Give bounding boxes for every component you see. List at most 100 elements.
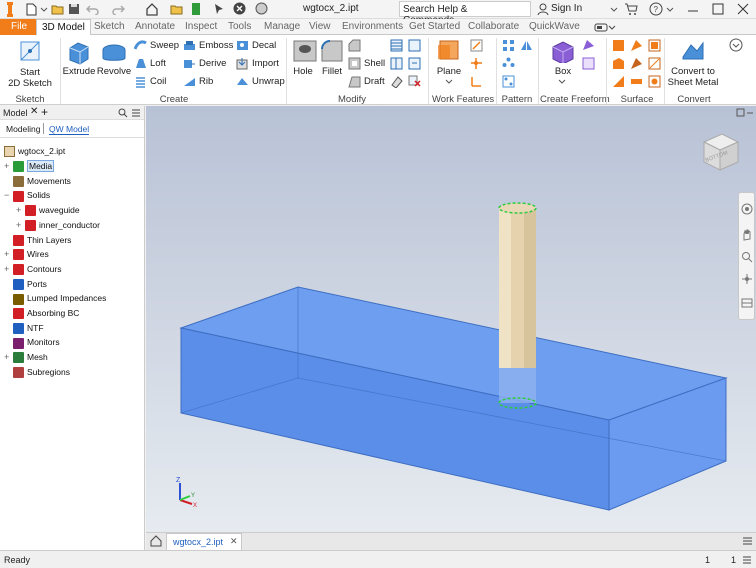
tree-item[interactable]: Absorbing BC (4, 306, 79, 320)
tree-item[interactable]: Monitors (4, 335, 60, 349)
start-2d-sketch-icon[interactable] (18, 39, 44, 63)
derive-button[interactable]: Derive (199, 58, 226, 69)
sketch-pattern-icon[interactable] (502, 75, 515, 88)
unwrap-icon[interactable] (236, 75, 249, 88)
redo-icon[interactable] (111, 3, 125, 15)
convert-sheet-metal-icon[interactable] (680, 39, 706, 63)
tree-item[interactable]: Subregions (4, 365, 70, 379)
hole-icon[interactable] (292, 39, 318, 63)
help-icon[interactable]: ? (649, 2, 663, 16)
close-browser-icon[interactable]: ✕ (30, 106, 38, 117)
tree-expand-toggle[interactable]: − (4, 188, 13, 202)
box-button[interactable]: Box (548, 66, 578, 77)
coil-icon[interactable] (134, 75, 147, 88)
model-canvas[interactable] (146, 106, 756, 532)
draft-icon[interactable] (348, 75, 361, 88)
freeform-face-icon[interactable] (582, 57, 595, 70)
revolve-icon[interactable] (100, 38, 128, 66)
home-icon[interactable] (145, 2, 159, 16)
ribbon-expand-icon[interactable] (726, 38, 746, 52)
sign-in-link[interactable]: Sign In (551, 3, 582, 14)
undo-icon[interactable] (86, 3, 100, 15)
tree-item[interactable]: + Contours (4, 262, 62, 276)
tree-item[interactable]: − Solids (4, 188, 50, 202)
emboss-icon[interactable] (183, 39, 196, 52)
new-dropdown-icon[interactable] (40, 4, 49, 14)
tab-sketch[interactable]: Sketch (89, 19, 130, 35)
decal-button[interactable]: Decal (252, 40, 276, 51)
fillet-button[interactable]: Fillet (318, 66, 346, 77)
orbit-icon[interactable] (741, 273, 753, 285)
import-icon[interactable] (236, 57, 249, 70)
tree-item[interactable]: NTF (4, 321, 44, 335)
emboss-button[interactable]: Emboss (199, 40, 233, 51)
convert-label-2[interactable]: Sheet Metal (666, 77, 720, 88)
start-sketch-label-2[interactable]: 2D Sketch (4, 78, 56, 89)
close-tab-icon[interactable]: ✕ (230, 536, 238, 547)
view-cube-icon[interactable]: BOTTOM (694, 126, 746, 178)
point-icon[interactable] (470, 57, 483, 70)
browser-menu-icon[interactable] (131, 108, 141, 118)
combine-icon[interactable] (408, 39, 421, 52)
ribbon-options-icon[interactable] (594, 22, 616, 33)
tab-environments[interactable]: Environments (337, 19, 408, 35)
tab-tools[interactable]: Tools (223, 19, 256, 35)
tab-annotate[interactable]: Annotate (130, 19, 180, 35)
select-icon[interactable] (213, 3, 225, 15)
tree-item[interactable]: Ports (4, 277, 47, 291)
extrude-button[interactable]: Extrude (62, 66, 96, 77)
tree-expand-toggle[interactable]: + (16, 203, 25, 217)
thicken-icon[interactable] (630, 75, 643, 88)
decal-icon[interactable] (236, 39, 249, 52)
search-help-input[interactable]: Search Help & Commands... (399, 1, 531, 26)
delete-icon[interactable] (408, 75, 421, 88)
3d-viewport[interactable]: BOTTOM Z X Y (146, 106, 756, 532)
plane-button[interactable]: Plane (432, 66, 466, 77)
unwrap-button[interactable]: Unwrap (252, 76, 285, 87)
tree-expand-toggle[interactable]: + (4, 159, 13, 173)
close-doc-icon[interactable] (233, 2, 246, 15)
tree-expand-toggle[interactable]: + (4, 350, 13, 364)
tab-view[interactable]: View (304, 19, 336, 35)
tree-expand-toggle[interactable]: + (16, 218, 25, 232)
hole-button[interactable]: Hole (288, 66, 318, 77)
mirror-icon[interactable] (520, 39, 533, 52)
derive-icon[interactable] (183, 57, 196, 70)
plane-dropdown-icon[interactable] (445, 78, 454, 86)
tab-menu-icon[interactable] (742, 536, 753, 547)
tab-get-started[interactable]: Get Started (404, 19, 465, 35)
user-icon[interactable] (536, 2, 550, 16)
coil-button[interactable]: Coil (150, 76, 166, 87)
add-browser-icon[interactable]: + (41, 105, 48, 119)
split-icon[interactable] (390, 57, 403, 70)
tree-item[interactable]: Movements (4, 174, 71, 188)
tree-item[interactable]: + Media (4, 159, 55, 173)
sweep-icon[interactable] (134, 39, 147, 52)
move-face-icon[interactable] (408, 57, 421, 70)
status-menu-icon[interactable] (742, 555, 752, 565)
tree-item[interactable]: + Wires (4, 247, 49, 261)
tree-item[interactable]: + Mesh (4, 350, 48, 364)
tab-quickwave[interactable]: QuickWave (524, 19, 585, 35)
ruled-surface-icon[interactable] (612, 75, 625, 88)
start-sketch-label-1[interactable]: Start (4, 67, 56, 78)
help-dropdown-icon[interactable] (666, 4, 675, 14)
rectangular-pattern-icon[interactable] (502, 39, 515, 52)
sculpt-icon[interactable] (612, 57, 625, 70)
edit-form-icon[interactable] (582, 39, 595, 52)
tree-expand-toggle[interactable]: + (4, 262, 13, 276)
trim-icon[interactable] (648, 39, 661, 52)
revolve-button[interactable]: Revolve (96, 66, 132, 77)
thread-icon[interactable] (390, 39, 403, 52)
appearance-icon[interactable] (255, 2, 268, 15)
draft-button[interactable]: Draft (364, 76, 385, 87)
open-file-icon[interactable] (51, 3, 64, 15)
sweep-button[interactable]: Sweep (150, 40, 179, 51)
close-window-icon[interactable] (737, 3, 749, 15)
inner-conductor-solid[interactable] (498, 202, 537, 409)
steering-wheel-icon[interactable] (741, 203, 753, 215)
axis-icon[interactable] (470, 39, 483, 52)
plane-icon[interactable] (436, 39, 462, 63)
minimize-icon[interactable] (687, 3, 699, 15)
tree-item[interactable]: Thin Layers (4, 233, 71, 247)
